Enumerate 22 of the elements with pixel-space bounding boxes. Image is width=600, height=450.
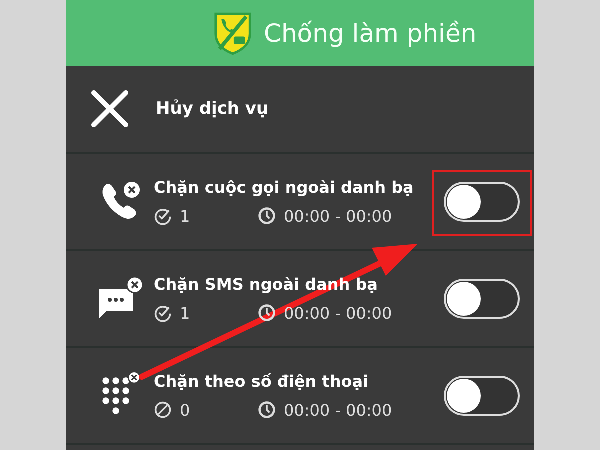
time-range: 00:00 - 00:00 xyxy=(284,304,392,322)
block-icon xyxy=(154,401,172,419)
rule-title: Chặn cuộc gọi ngoài danh bạ xyxy=(154,178,415,196)
cancel-service-item[interactable]: Hủy dịch vụ xyxy=(66,66,534,154)
count-text: 1 xyxy=(180,206,192,226)
shield-logo-icon xyxy=(214,11,252,55)
clock-icon xyxy=(258,401,276,419)
time-range: 00:00 - 00:00 xyxy=(284,206,392,226)
close-icon xyxy=(90,89,130,129)
clock-icon xyxy=(258,207,276,225)
check-circle-icon xyxy=(154,207,172,225)
count-text: 1 xyxy=(180,304,192,322)
rule-title: Chặn theo số điện thoại xyxy=(154,372,370,390)
toggle-switch[interactable] xyxy=(444,182,520,222)
app-title: Chống làm phiền xyxy=(264,18,477,48)
clock-icon xyxy=(258,304,276,322)
check-circle-icon xyxy=(154,304,172,322)
count-text: 0 xyxy=(180,400,192,420)
time-range: 00:00 - 00:00 xyxy=(284,400,392,420)
message-blocked-icon xyxy=(97,276,145,320)
toggle-switch[interactable] xyxy=(444,278,520,318)
toggle-switch[interactable] xyxy=(444,376,520,416)
